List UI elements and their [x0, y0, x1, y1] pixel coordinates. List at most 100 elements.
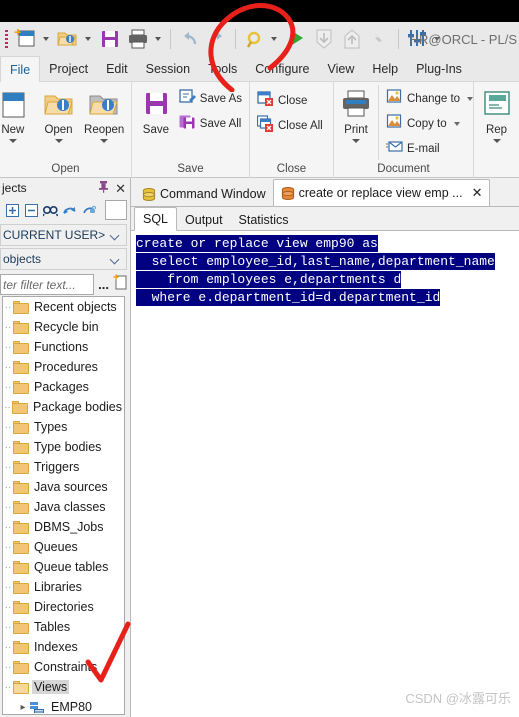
ribbon-change-to-button[interactable]: Change to [384, 87, 475, 110]
user-select[interactable]: CURRENT USER> [0, 224, 127, 246]
ribbon-copy-to-caret-icon[interactable] [453, 121, 460, 126]
tree-node-indexes[interactable]: ·· Indexes [3, 637, 124, 657]
filter-more-button[interactable]: ... [97, 277, 110, 292]
ribbon-email-button[interactable]: E-mail [384, 137, 475, 160]
beautifier-caret-icon[interactable] [271, 37, 277, 41]
filter-input[interactable]: ter filter text... [0, 274, 95, 295]
ribbon-reopen-button[interactable]: Reopen [82, 85, 126, 143]
ribbon-save-button[interactable]: Save [137, 85, 175, 136]
tab-sql-window[interactable]: create or replace view emp ... ✕ [272, 179, 491, 206]
tab-command-window[interactable]: Command Window [135, 182, 273, 206]
color-swatch[interactable] [105, 200, 127, 220]
menu-item-plugins[interactable]: Plug-Ins [407, 56, 471, 81]
new-file-caret-icon[interactable] [43, 37, 49, 41]
ribbon-new-caret-icon[interactable] [8, 139, 17, 143]
tree-node-java-sources[interactable]: ·· Java sources [3, 477, 124, 497]
tree-node-queue-tables[interactable]: ·· Queue tables [3, 557, 124, 577]
ribbon-group-save-label: Save [177, 163, 204, 175]
ribbon-close-button[interactable]: Close [255, 89, 325, 112]
expand-arrow-icon[interactable]: ▸ [17, 702, 29, 713]
save-diskette-icon [139, 87, 173, 123]
refresh-icon[interactable] [61, 202, 78, 219]
objects-select[interactable]: objects [0, 248, 127, 270]
tree-node-label: Indexes [34, 640, 78, 654]
tree-node-constraints[interactable]: ·· Constraints [3, 657, 124, 677]
save-button[interactable] [96, 22, 124, 56]
new-file-button[interactable] [12, 22, 54, 56]
ribbon-reopen-caret-icon[interactable] [100, 139, 109, 143]
tab-close-icon[interactable]: ✕ [472, 185, 483, 201]
menu-item-tools[interactable]: Tools [199, 56, 246, 81]
find-icon[interactable] [42, 202, 59, 219]
tab-output[interactable]: Output [177, 209, 231, 230]
menu-item-edit[interactable]: Edit [97, 56, 137, 81]
tree-node-directories[interactable]: ·· Directories [3, 597, 124, 617]
menu-item-project[interactable]: Project [40, 56, 97, 81]
tree-node-views[interactable]: ·· Views [3, 677, 124, 697]
sql-editor[interactable]: create or replace view emp90 as select e… [131, 231, 519, 717]
tree-node-types[interactable]: ·· Types [3, 417, 124, 437]
tree-connector: ·· [4, 501, 12, 513]
tree-node-emp80[interactable]: ▸ EMP80 [3, 697, 124, 714]
tree-node-recent-objects[interactable]: ·· Recent objects [3, 297, 124, 317]
print-caret-icon[interactable] [155, 37, 161, 41]
tree-node-procedures[interactable]: ·· Procedures [3, 357, 124, 377]
ribbon-report-caret-icon[interactable] [492, 139, 501, 143]
collapse-all-icon[interactable] [23, 202, 40, 219]
commit-button[interactable] [310, 22, 338, 56]
print-button[interactable] [124, 22, 166, 56]
close-icon[interactable]: ✕ [115, 182, 126, 195]
menu-item-file[interactable]: File [0, 56, 41, 82]
tree-node-label: Libraries [34, 580, 82, 594]
tree-connector: ·· [4, 601, 12, 613]
undo-button[interactable] [175, 22, 203, 56]
pin-icon[interactable] [98, 180, 109, 196]
rollback-button[interactable] [338, 22, 366, 56]
filter-icon[interactable] [80, 202, 97, 219]
ribbon-open-button[interactable]: Open [37, 85, 81, 143]
ribbon-new-button[interactable]: New [0, 85, 35, 143]
objects-tree[interactable]: ·· Recent objects ·· Recycle bin ·· Func… [2, 296, 125, 715]
break-button[interactable] [366, 22, 394, 56]
redo-button[interactable] [203, 22, 231, 56]
tree-node-dbms-jobs[interactable]: ·· DBMS_Jobs [3, 517, 124, 537]
open-file-button[interactable] [54, 22, 96, 56]
tree-node-triggers[interactable]: ·· Triggers [3, 457, 124, 477]
ribbon-close-all-button[interactable]: Close All [255, 114, 325, 137]
open-file-caret-icon[interactable] [85, 37, 91, 41]
ribbon-open-caret-icon[interactable] [54, 139, 63, 143]
menu-item-view[interactable]: View [318, 56, 363, 81]
new-filter-icon[interactable] [113, 274, 128, 295]
ribbon-print-button[interactable]: Print [339, 85, 373, 143]
expand-all-icon[interactable] [4, 202, 21, 219]
ribbon-print-caret-icon[interactable] [352, 139, 360, 143]
menu-item-help[interactable]: Help [363, 56, 407, 81]
chevron-down-icon[interactable] [111, 255, 120, 264]
tree-node-functions[interactable]: ·· Functions [3, 337, 124, 357]
execute-button[interactable] [282, 22, 310, 56]
ribbon-copy-to-button[interactable]: Copy to [384, 112, 475, 135]
ribbon-report-button[interactable]: Rep [479, 85, 514, 143]
tree-node-packages[interactable]: ·· Packages [3, 377, 124, 397]
folder-icon [13, 560, 29, 574]
tree-node-tables[interactable]: ·· Tables [3, 617, 124, 637]
tree-connector: ·· [4, 621, 12, 633]
folder-icon [13, 640, 29, 654]
tree-node-java-classes[interactable]: ·· Java classes [3, 497, 124, 517]
chevron-down-icon[interactable] [111, 231, 120, 240]
ribbon-save-as-button[interactable]: Save As [177, 87, 244, 110]
tab-statistics[interactable]: Statistics [231, 209, 297, 230]
tree-node-recycle-bin[interactable]: ·· Recycle bin [3, 317, 124, 337]
ribbon-save-all-button[interactable]: Save All [177, 112, 244, 135]
menu-item-configure[interactable]: Configure [246, 56, 318, 81]
ribbon-group-save: Save Save As Save All Save [131, 82, 249, 178]
tree-node-libraries[interactable]: ·· Libraries [3, 577, 124, 597]
folder-icon [13, 660, 29, 674]
tree-node-type-bodies[interactable]: ·· Type bodies [3, 437, 124, 457]
beautifier-button[interactable] [240, 22, 282, 56]
tree-connector: ·· [4, 641, 12, 653]
tab-sql[interactable]: SQL [134, 207, 178, 231]
menu-item-session[interactable]: Session [137, 56, 199, 81]
tree-node-queues[interactable]: ·· Queues [3, 537, 124, 557]
tree-node-package-bodies[interactable]: ·· Package bodies [3, 397, 124, 417]
